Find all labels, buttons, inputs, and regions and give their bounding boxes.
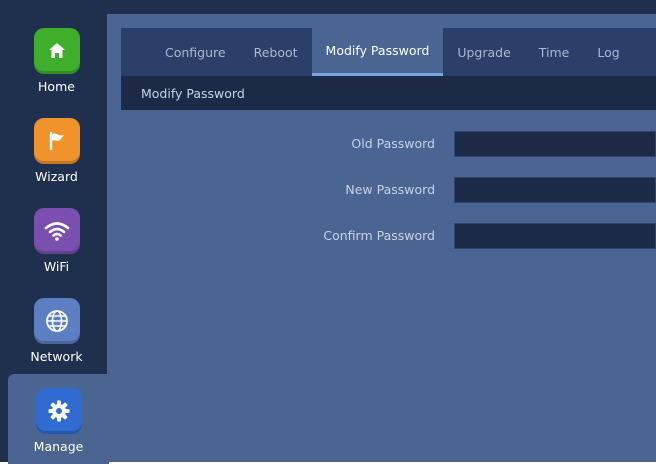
main-panel: Configure Reboot Modify Password Upgrade…	[107, 14, 656, 462]
tab-upgrade[interactable]: Upgrade	[443, 28, 524, 76]
tab-reboot[interactable]: Reboot	[240, 28, 312, 76]
confirm-password-label: Confirm Password	[323, 228, 435, 243]
globe-icon	[33, 298, 80, 344]
sidebar-item-label: Wizard	[35, 169, 78, 184]
home-icon	[33, 28, 80, 74]
sidebar-item-label: WiFi	[43, 259, 70, 274]
sidebar-item-network[interactable]: Network	[6, 284, 107, 374]
tab-modify-password[interactable]: Modify Password	[311, 28, 444, 76]
sidebar: Home Wizard WiFi Network Manage	[6, 14, 109, 464]
sidebar-item-label: Network	[30, 349, 83, 364]
tab-time[interactable]: Time	[525, 28, 584, 76]
sidebar-item-wizard[interactable]: Wizard	[6, 104, 107, 194]
old-password-row: Old Password	[121, 131, 656, 157]
sidebar-item-manage[interactable]: Manage	[8, 374, 109, 464]
new-password-label: New Password	[345, 182, 435, 197]
flag-icon	[33, 118, 80, 164]
confirm-password-row: Confirm Password	[121, 223, 656, 249]
tab-configure[interactable]: Configure	[151, 28, 240, 76]
confirm-password-field[interactable]	[454, 223, 656, 249]
sidebar-item-label: Manage	[33, 439, 84, 454]
wifi-icon	[33, 208, 80, 254]
new-password-field[interactable]	[454, 177, 656, 203]
section-title: Modify Password	[141, 85, 245, 101]
sidebar-item-label: Home	[38, 79, 75, 94]
sidebar-item-home[interactable]: Home	[6, 14, 107, 104]
section-header: Modify Password	[121, 76, 656, 110]
gear-icon	[35, 388, 82, 434]
old-password-field[interactable]	[454, 131, 656, 157]
tab-log[interactable]: Log	[583, 28, 633, 76]
sidebar-item-wifi[interactable]: WiFi	[6, 194, 107, 284]
new-password-row: New Password	[121, 177, 656, 203]
old-password-label: Old Password	[351, 136, 435, 151]
tab-bar: Configure Reboot Modify Password Upgrade…	[121, 28, 656, 76]
